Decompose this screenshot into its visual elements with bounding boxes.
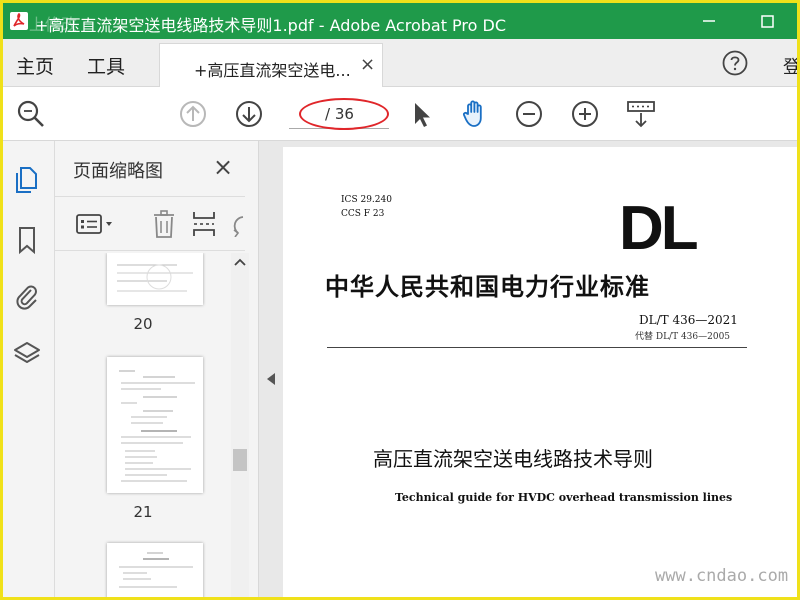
thumbnail-content xyxy=(117,264,193,292)
ics-code: ICS 29.240 xyxy=(341,195,392,205)
login-link[interactable]: 登 xyxy=(783,53,797,79)
thumbnail-page-21[interactable] xyxy=(107,357,203,493)
next-page-icon[interactable] xyxy=(233,98,265,130)
layers-icon[interactable] xyxy=(13,339,41,369)
document-tab[interactable]: +高压直流架空送电... × xyxy=(159,43,383,88)
thumbnail-content xyxy=(119,370,195,482)
toolbar: / 36 xyxy=(3,87,797,141)
thumbnail-content xyxy=(119,552,193,588)
thumbnails-panel-title: 页面缩略图 xyxy=(73,161,163,182)
thumbnail-scrollbar[interactable] xyxy=(231,253,249,597)
maximize-icon[interactable] xyxy=(755,9,779,33)
title-bar: 上修改 +高压直流架空送电线路技术导则1.pdf - Adobe Acrobat… xyxy=(3,3,797,39)
thumbnail-list: 20 21 xyxy=(55,253,231,597)
thumbnails-panel: 页面缩略图 × 20 21 xyxy=(55,141,259,597)
document-view: ICS 29.240 CCS F 23 DL 中华人民共和国电力行业标准 DL/… xyxy=(259,141,797,597)
menu-home[interactable]: 主页 xyxy=(16,52,54,79)
scroll-up-icon[interactable] xyxy=(233,257,247,267)
zoom-in-icon[interactable] xyxy=(569,98,601,130)
document-tab-label: +高压直流架空送电... xyxy=(194,61,351,80)
left-rail xyxy=(3,141,55,597)
pdf-page: ICS 29.240 CCS F 23 DL 中华人民共和国电力行业标准 DL/… xyxy=(283,147,797,597)
delete-page-icon[interactable] xyxy=(151,209,177,239)
acrobat-icon xyxy=(10,12,28,30)
page-thumbnails-icon[interactable] xyxy=(13,165,41,195)
replaces-note: 代替 DL/T 436—2005 xyxy=(635,332,731,342)
document-subtitle-en: Technical guide for HVDC overhead transm… xyxy=(395,491,733,504)
standard-number: DL/T 436—2021 xyxy=(639,313,738,327)
thumbnail-page-22[interactable] xyxy=(107,543,203,597)
site-watermark: www.cndao.com xyxy=(655,566,789,586)
minimize-icon[interactable] xyxy=(697,9,721,33)
menu-bar: 主页 工具 +高压直流架空送电... × 登 xyxy=(3,39,797,88)
dl-logo: DL xyxy=(619,194,699,263)
scroll-mode-icon[interactable] xyxy=(625,98,657,130)
window-title: +高压直流架空送电线路技术导则1.pdf - Adobe Acrobat Pro… xyxy=(35,16,507,35)
bookmarks-icon[interactable] xyxy=(13,225,41,255)
collapse-panel-icon[interactable] xyxy=(267,373,275,385)
help-icon[interactable] xyxy=(721,49,749,77)
ccs-code: CCS F 23 xyxy=(341,209,385,219)
close-tab-icon[interactable]: × xyxy=(360,54,375,75)
thumbnail-toolbar xyxy=(55,196,245,251)
app-window: 上修改 +高压直流架空送电线路技术导则1.pdf - Adobe Acrobat… xyxy=(3,3,797,597)
close-panel-icon[interactable]: × xyxy=(213,153,233,181)
thumbnail-page-number: 20 xyxy=(133,315,153,333)
attachments-icon[interactable] xyxy=(13,281,41,311)
thumbnail-page-20[interactable] xyxy=(107,253,203,305)
thumbnail-options-icon[interactable] xyxy=(75,211,119,237)
divider xyxy=(327,347,747,348)
search-icon[interactable] xyxy=(15,98,47,130)
rotate-page-icon[interactable] xyxy=(229,211,245,237)
scrollbar-thumb[interactable] xyxy=(233,449,247,471)
insert-page-icon[interactable] xyxy=(191,209,217,239)
menu-tools[interactable]: 工具 xyxy=(87,52,125,79)
select-cursor-icon[interactable] xyxy=(405,98,437,130)
thumbnail-page-number: 21 xyxy=(133,503,153,521)
annotation-ellipse xyxy=(299,98,389,130)
document-subtitle-cn: 高压直流架空送电线路技术导则 xyxy=(373,447,653,471)
hand-tool-icon[interactable] xyxy=(459,97,491,129)
standard-title-cn: 中华人民共和国电力行业标准 xyxy=(325,272,650,301)
zoom-out-icon[interactable] xyxy=(513,98,545,130)
previous-page-icon[interactable] xyxy=(177,98,209,130)
